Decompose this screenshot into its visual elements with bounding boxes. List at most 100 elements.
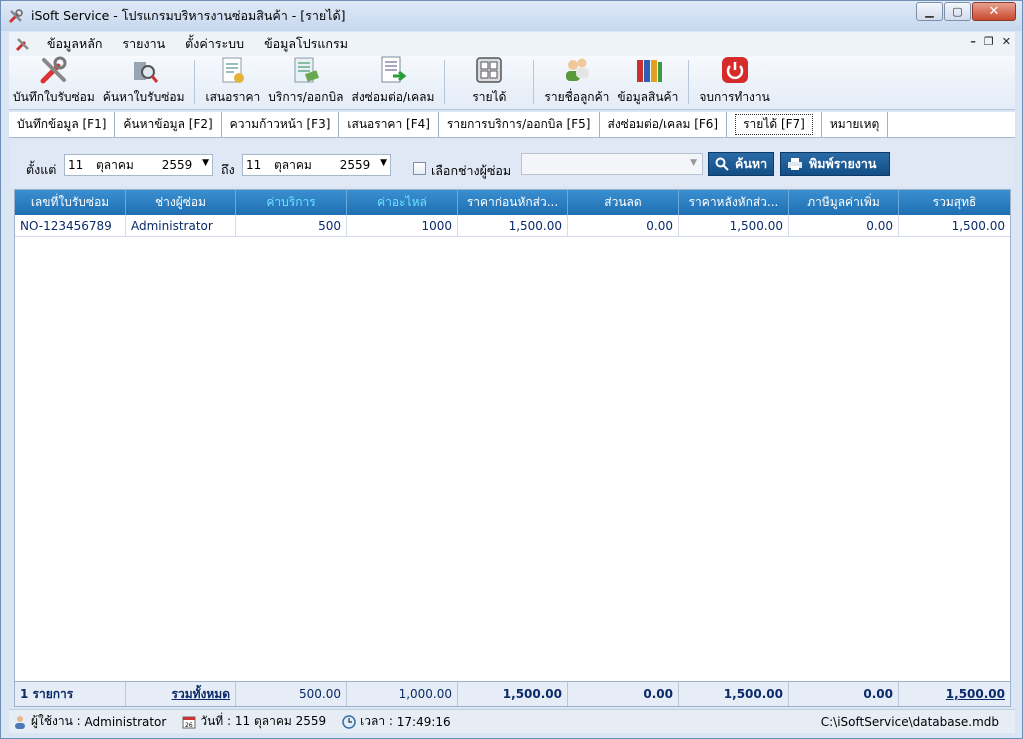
cell-before-discount: 1,500.00 xyxy=(458,215,568,237)
print-report-button[interactable]: พิมพ์รายงาน xyxy=(780,152,890,176)
menu-master-data[interactable]: ข้อมูลหลัก xyxy=(37,34,112,54)
toolbar-separator xyxy=(533,60,535,104)
from-date-picker[interactable]: 11 ตุลาคม 2559 ▼ xyxy=(64,154,213,176)
tab-quotation[interactable]: เสนอราคา [F4] xyxy=(339,112,439,137)
column-header-repair-no[interactable]: เลขที่ใบรับซ่อม xyxy=(15,190,126,215)
technician-checkbox-label: เลือกช่างผู้ซ่อม xyxy=(431,163,512,178)
column-header-discount[interactable]: ส่วนลด xyxy=(568,190,679,215)
footer-after-discount: 1,500.00 xyxy=(679,682,789,706)
to-date-picker[interactable]: 11 ตุลาคม 2559 ▼ xyxy=(242,154,391,176)
status-time: เวลา : 17:49:16 xyxy=(342,712,451,731)
column-header-parts-fee[interactable]: ค่าอะไหล่ xyxy=(347,190,458,215)
status-user-value: Administrator xyxy=(84,714,167,729)
maximize-button[interactable]: ▢ xyxy=(944,2,971,21)
to-label: ถึง xyxy=(221,162,235,177)
toolbar-label: ข้อมูลสินค้า xyxy=(617,90,679,104)
status-bar: ผู้ใช้งาน : Administrator 26 วันที่ : 11… xyxy=(9,709,1015,733)
toolbar-label: บริการ/ออกบิล xyxy=(268,90,344,104)
to-year: 2559 xyxy=(339,158,371,172)
svg-text:26: 26 xyxy=(185,722,193,729)
tab-search[interactable]: ค้นหาข้อมูล [F2] xyxy=(115,112,222,137)
cell-technician: Administrator xyxy=(126,215,236,237)
tab-notes[interactable]: หมายเหตุ xyxy=(821,112,889,137)
toolbar-quotation-button[interactable]: เสนอราคา xyxy=(201,55,264,109)
toolbar-invoice-button[interactable]: บริการ/ออกบิล xyxy=(264,55,347,109)
from-month: ตุลาคม xyxy=(96,157,134,172)
toolbar-new-repair-button[interactable]: บันทึกใบรับซ่อม xyxy=(9,55,99,109)
minimize-button[interactable]: ▁ xyxy=(916,2,943,21)
chevron-down-icon[interactable]: ▼ xyxy=(690,158,697,168)
tab-record[interactable]: บันทึกข้อมูล [F1] xyxy=(9,112,116,137)
tab-progress[interactable]: ความก้าวหน้า [F3] xyxy=(221,112,340,137)
app-tools-icon xyxy=(7,7,25,25)
cell-after-discount: 1,500.00 xyxy=(679,215,789,237)
search-button[interactable]: ค้นหา xyxy=(708,152,774,176)
column-header-after-discount[interactable]: ราคาหลังหักส่ว... xyxy=(679,190,789,215)
status-date: 26 วันที่ : 11 ตุลาคม 2559 xyxy=(182,712,326,731)
footer-row-count: 1 รายการ xyxy=(15,682,126,706)
column-header-before-discount[interactable]: ราคาก่อนหักส่ว... xyxy=(458,190,568,215)
toolbar-separator xyxy=(194,60,196,104)
cell-service-fee: 500 xyxy=(236,215,347,237)
cell-discount: 0.00 xyxy=(568,215,679,237)
calculator-icon xyxy=(472,54,506,86)
search-icon xyxy=(715,157,729,171)
menu-reports[interactable]: รายงาน xyxy=(112,34,175,54)
clock-icon xyxy=(342,714,356,729)
toolbar-products-button[interactable]: ข้อมูลสินค้า xyxy=(613,55,682,109)
search-tool-icon xyxy=(127,54,161,86)
toolbar-forward-claim-button[interactable]: ส่งซ่อมต่อ/เคลม xyxy=(348,55,439,109)
menu-about[interactable]: ข้อมูลโปรแกรม xyxy=(254,34,358,54)
cell-parts-fee: 1000 xyxy=(347,215,458,237)
toolbar-search-repair-button[interactable]: ค้นหาใบรับซ่อม xyxy=(99,55,189,109)
toolbar-label: จบการทำงาน xyxy=(699,90,770,104)
toolbar-exit-button[interactable]: จบการทำงาน xyxy=(695,55,774,109)
power-icon xyxy=(718,54,752,86)
column-header-technician[interactable]: ช่างผู้ซ่อม xyxy=(126,190,236,215)
income-grid: เลขที่ใบรับซ่อม ช่างผู้ซ่อม ค่าบริการ ค่… xyxy=(14,189,1011,707)
from-day: 11 xyxy=(68,158,84,172)
tab-forward-claim[interactable]: ส่งซ่อมต่อ/เคลม [F6] xyxy=(599,112,728,137)
technician-select[interactable]: ▼ xyxy=(521,153,703,175)
mdi-close-button[interactable]: ✕ xyxy=(1002,35,1011,48)
menu-tools-icon xyxy=(15,36,37,52)
customers-icon xyxy=(560,54,594,86)
database-path: C:\iSoftService\database.mdb xyxy=(820,715,999,729)
column-header-service-fee[interactable]: ค่าบริการ xyxy=(236,190,347,215)
filter-bar: ตั้งแต่ 11 ตุลาคม 2559 ▼ ถึง 11 ตุลาคม 2… xyxy=(9,139,1015,187)
table-row[interactable]: NO-123456789 Administrator 500 1000 1,50… xyxy=(15,215,1010,237)
column-header-net-total[interactable]: รวมสุทธิ xyxy=(899,190,1010,215)
menu-bar: ข้อมูลหลัก รายงาน ตั้งค่าระบบ ข้อมูลโปรแ… xyxy=(9,32,1015,56)
printer-icon xyxy=(787,157,803,171)
mdi-controls: – ❐ ✕ xyxy=(970,35,1011,48)
forward-icon xyxy=(376,54,410,86)
user-icon xyxy=(13,715,27,729)
mdi-minimize-button[interactable]: – xyxy=(970,35,976,48)
tab-service-bill[interactable]: รายการบริการ/ออกบิล [F5] xyxy=(438,112,600,137)
column-header-vat[interactable]: ภาษีมูลค่าเพิ่ม xyxy=(789,190,899,215)
technician-checkbox[interactable] xyxy=(413,162,426,175)
chevron-down-icon[interactable]: ▼ xyxy=(380,158,387,168)
footer-total-label: รวมทั้งหมด xyxy=(126,682,236,706)
toolbar-label: รายชื่อลูกค้า xyxy=(544,90,610,104)
tab-income[interactable]: รายได้ [F7] xyxy=(727,112,822,137)
toolbar-label: เสนอราคา xyxy=(205,90,261,104)
cell-vat: 0.00 xyxy=(789,215,899,237)
footer-before-discount: 1,500.00 xyxy=(458,682,568,706)
mdi-restore-button[interactable]: ❐ xyxy=(984,35,994,48)
status-user: ผู้ใช้งาน : Administrator xyxy=(13,712,166,731)
chevron-down-icon[interactable]: ▼ xyxy=(202,158,209,168)
toolbar-separator xyxy=(444,60,446,104)
status-time-value: 17:49:16 xyxy=(396,714,451,729)
toolbar-label: ส่งซ่อมต่อ/เคลม xyxy=(351,90,435,104)
toolbar-income-button[interactable]: รายได้ xyxy=(451,55,527,109)
cell-net-total: 1,500.00 xyxy=(899,215,1010,237)
app-window: iSoft Service - โปรแกรมบริหารงานซ่อมสินค… xyxy=(0,0,1023,739)
tools-icon xyxy=(37,54,71,86)
menu-settings[interactable]: ตั้งค่าระบบ xyxy=(175,34,254,54)
toolbar-separator xyxy=(688,60,690,104)
toolbar: บันทึกใบรับซ่อม ค้นหาใบรับซ่อม เสนอราคา … xyxy=(9,56,1015,110)
close-button[interactable]: ✕ xyxy=(972,2,1016,21)
binders-icon xyxy=(631,54,665,86)
toolbar-customers-button[interactable]: รายชื่อลูกค้า xyxy=(540,55,613,109)
